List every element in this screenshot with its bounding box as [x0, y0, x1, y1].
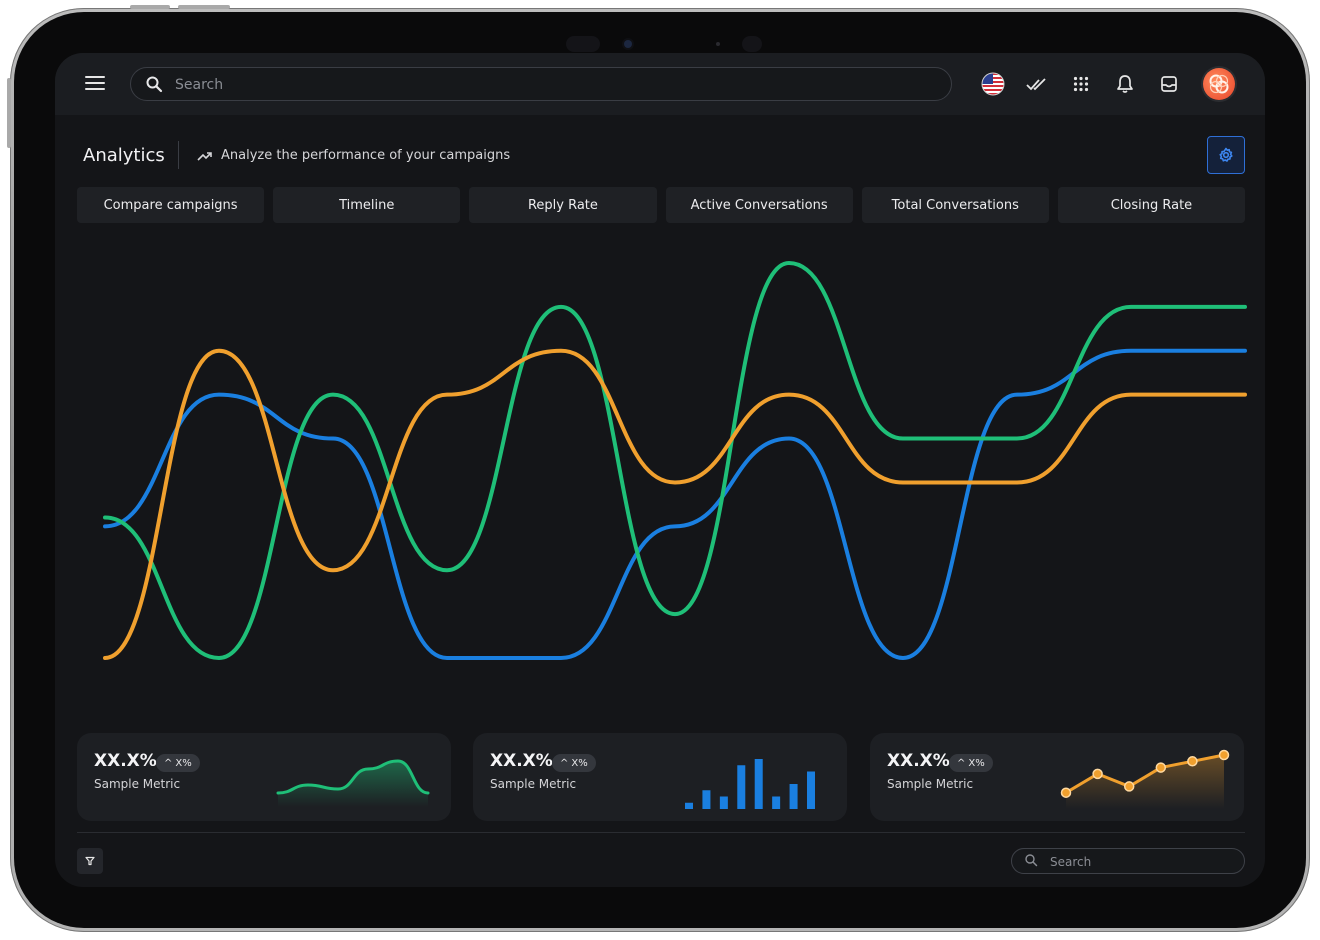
spark-point	[1155, 762, 1167, 773]
spark-bar	[685, 802, 693, 809]
delta-badge: ^ X%	[552, 754, 596, 772]
metric-value: XX.X%	[490, 751, 553, 771]
filter-icon	[85, 856, 95, 866]
page-subtitle: Analyze the performance of your campaign…	[197, 148, 510, 163]
app-screen: Analytics Analyze the performance of you…	[55, 53, 1265, 887]
tab-total-conversations[interactable]: Total Conversations	[861, 187, 1049, 223]
line-sparkline	[1060, 749, 1230, 809]
tab-compare-campaigns[interactable]: Compare campaigns	[77, 187, 265, 223]
bell-icon[interactable]	[1112, 71, 1138, 97]
delta-value: X%	[571, 757, 588, 769]
spark-bar	[754, 759, 763, 809]
caret-up-icon: ^	[164, 757, 173, 769]
volume-button	[178, 5, 230, 9]
power-button	[7, 78, 11, 148]
tab-active-conversations[interactable]: Active Conversations	[665, 187, 853, 223]
metric-value: XX.X%	[887, 751, 950, 771]
delta-value: X%	[175, 757, 192, 769]
camera-icon	[624, 40, 632, 48]
metric-card[interactable]: XX.X% ^ X% Sample Metric	[473, 733, 847, 821]
area-sparkline	[276, 759, 430, 807]
spark-point	[1218, 749, 1230, 761]
page-title: Analytics	[83, 145, 165, 166]
bar-sparkline	[685, 759, 815, 809]
tab-bar: Compare campaigns Timeline Reply Rate Ac…	[77, 187, 1246, 223]
metric-label: Sample Metric	[490, 777, 577, 791]
table-search-bar[interactable]	[1011, 848, 1245, 874]
section-divider	[77, 832, 1245, 833]
search-bar[interactable]	[130, 67, 952, 101]
metric-value: XX.X%	[94, 751, 157, 771]
metric-label: Sample Metric	[887, 777, 974, 791]
spark-bar	[789, 784, 798, 809]
spark-bar	[807, 771, 815, 809]
line-chart	[103, 261, 1247, 660]
metric-card[interactable]: XX.X% ^ X% Sample Metric	[77, 733, 451, 821]
settings-button[interactable]	[1207, 136, 1245, 174]
metric-card[interactable]: XX.X% ^ X% Sample Metric	[870, 733, 1244, 821]
search-icon	[146, 76, 163, 93]
camera-array	[566, 34, 766, 54]
caret-up-icon: ^	[957, 757, 966, 769]
series-line-2	[103, 348, 1247, 660]
inbox-icon[interactable]	[1156, 71, 1182, 97]
spark-point	[1123, 781, 1135, 792]
apps-grid-icon[interactable]	[1068, 71, 1094, 97]
table-search-input[interactable]	[1048, 851, 1232, 873]
spark-bar	[702, 790, 711, 809]
search-input[interactable]	[173, 73, 937, 97]
spark-bar	[772, 796, 781, 809]
double-check-icon[interactable]	[1024, 71, 1050, 97]
caret-up-icon: ^	[560, 757, 569, 769]
spark-point	[1187, 756, 1198, 767]
spark-bar	[719, 796, 728, 809]
spark-area	[278, 761, 428, 807]
subtitle-text: Analyze the performance of your campaign…	[221, 148, 511, 163]
menu-icon[interactable]	[85, 76, 105, 92]
spark-point	[1092, 768, 1103, 780]
spark-area	[1066, 755, 1224, 809]
metric-label: Sample Metric	[94, 777, 181, 791]
tab-timeline[interactable]: Timeline	[273, 187, 461, 223]
search-icon	[1025, 854, 1038, 867]
spark-point	[1060, 787, 1072, 798]
trending-up-icon	[197, 151, 212, 161]
volume-button	[130, 5, 170, 9]
tab-reply-rate[interactable]: Reply Rate	[469, 187, 657, 223]
spark-bar	[737, 765, 746, 809]
series-line-0	[103, 348, 1247, 660]
delta-value: X%	[968, 757, 985, 769]
tab-closing-rate[interactable]: Closing Rate	[1057, 187, 1246, 223]
delta-badge: ^ X%	[949, 754, 993, 772]
us-flag-icon[interactable]	[980, 71, 1006, 97]
top-bar	[55, 53, 1265, 115]
gear-icon	[1219, 147, 1233, 162]
filter-button[interactable]	[77, 848, 103, 874]
avatar[interactable]	[1203, 68, 1235, 100]
delta-badge: ^ X%	[156, 754, 200, 772]
title-divider	[178, 141, 179, 169]
